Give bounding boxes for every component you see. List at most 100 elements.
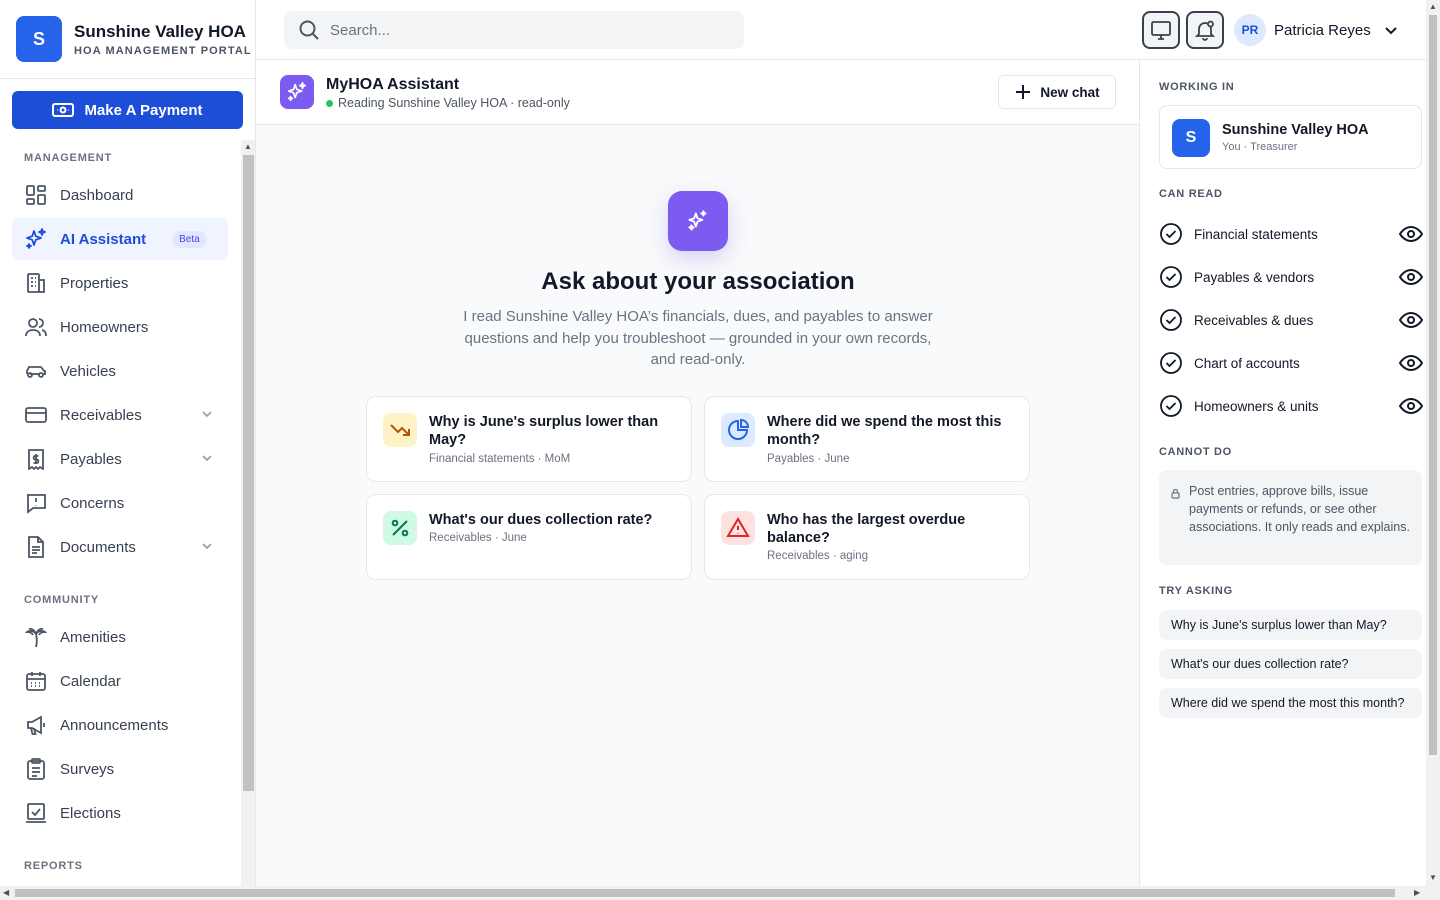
hero-description: I read Sunshine Valley HOA’s financials,… [463, 308, 933, 368]
context-panel: WORKING IN S Sunshine Valley HOA You · T… [1141, 60, 1426, 886]
search-input[interactable] [330, 21, 710, 39]
credit-card-icon [24, 403, 48, 427]
notifications-button[interactable] [1186, 11, 1224, 49]
assistant-status-text: Reading Sunshine Valley HOA · read-only [338, 96, 570, 110]
sidebar-item-homeowners[interactable]: Homeowners [12, 306, 228, 348]
suggestion-title: Who has the largest overdue balance? [767, 512, 966, 546]
document-icon [24, 535, 48, 559]
brand-subtitle: HOA MANAGEMENT PORTAL [74, 44, 252, 57]
assistant-name: MyHOA Assistant [326, 76, 460, 93]
check-circle-icon [1160, 223, 1182, 245]
trending-down-icon [383, 413, 417, 447]
suggestion-card[interactable]: Where did we spend the most this month? … [704, 396, 1030, 482]
eye-icon[interactable] [1399, 308, 1423, 332]
scroll-right-arrow[interactable]: ▶ [1414, 888, 1420, 897]
eye-icon[interactable] [1399, 265, 1423, 289]
scroll-up-arrow[interactable]: ▲ [244, 142, 252, 151]
monitor-icon [1151, 21, 1171, 40]
building-icon [24, 271, 48, 295]
receipt-icon [24, 447, 48, 471]
calendar-icon [24, 669, 48, 693]
suggestion-card[interactable]: Who has the largest overdue balance? Rec… [704, 494, 1030, 580]
try-asking-chip[interactable]: Why is June's surplus lower than May? [1159, 610, 1422, 640]
lock-icon [1171, 488, 1180, 499]
chevron-down-icon [1384, 27, 1397, 35]
sidebar-item-properties[interactable]: Properties [12, 262, 228, 304]
hero-sparkles-icon [668, 191, 728, 251]
chevron-down-icon[interactable] [200, 407, 214, 421]
sidebar-scrollbar[interactable]: ▲ [241, 140, 255, 886]
ballot-icon [24, 801, 48, 825]
permission-item: Receivables & dues [1159, 307, 1423, 333]
alert-message-icon [24, 491, 48, 515]
sidebar-item-announcements[interactable]: Announcements [12, 704, 228, 746]
user-menu[interactable]: PR Patricia Reyes [1234, 14, 1399, 46]
sidebar-item-surveys[interactable]: Surveys [12, 748, 228, 790]
sidebar-item-dashboard[interactable]: Dashboard [12, 174, 228, 216]
make-payment-label: Make A Payment [84, 101, 203, 119]
sidebar-item-payables[interactable]: Payables [12, 438, 228, 480]
brand: S Sunshine Valley HOA HOA MANAGEMENT POR… [0, 0, 255, 79]
try-asking-chip[interactable]: Where did we spend the most this month? [1159, 688, 1422, 718]
permission-item: Chart of accounts [1159, 350, 1423, 376]
sidebar-item-label: Documents [60, 538, 136, 556]
page-horizontal-scrollbar[interactable]: ◀ ▶ [0, 886, 1440, 900]
chevron-down-icon[interactable] [200, 539, 214, 553]
sidebar-item-label: Calendar [60, 672, 121, 690]
scroll-up-arrow[interactable]: ▲ [1429, 2, 1437, 11]
eye-icon[interactable] [1399, 394, 1423, 418]
permission-item: Payables & vendors [1159, 264, 1423, 290]
hero-title: Ask about your association [541, 268, 855, 295]
sparkles-icon [24, 227, 48, 251]
sidebar-item-documents[interactable]: Documents [12, 526, 228, 568]
dashboard-icon [24, 183, 48, 207]
sidebar-item-label: Concerns [60, 494, 125, 512]
sidebar-item-elections[interactable]: Elections [12, 792, 228, 834]
sidebar-item-label: Vehicles [60, 362, 116, 380]
scroll-left-arrow[interactable]: ◀ [3, 888, 9, 897]
suggestion-card[interactable]: Why is June's surplus lower than May? Fi… [366, 396, 692, 482]
assistant-logo [280, 75, 314, 109]
org-logo: S [1172, 119, 1210, 157]
eye-icon[interactable] [1399, 351, 1423, 375]
percent-icon [383, 511, 417, 545]
make-payment-button[interactable]: Make A Payment [12, 91, 243, 129]
brand-logo: S [16, 16, 62, 62]
new-chat-button[interactable]: New chat [998, 75, 1116, 109]
suggestion-card[interactable]: What's our dues collection rate? Receiva… [366, 494, 692, 580]
sidebar-item-label: AI Assistant [60, 230, 147, 248]
search-box[interactable] [284, 11, 744, 49]
eye-icon[interactable] [1399, 222, 1423, 246]
sidebar-item-label: Surveys [60, 760, 115, 778]
vertical-scrollbar-thumb[interactable] [1429, 15, 1437, 755]
sidebar-item-label: Amenities [60, 628, 126, 646]
suggestion-subtitle: Payables · June [767, 453, 850, 465]
page-vertical-scrollbar[interactable]: ▲ ▼ [1426, 0, 1440, 886]
sidebar: S Sunshine Valley HOA HOA MANAGEMENT POR… [0, 0, 256, 886]
sidebar-item-receivables[interactable]: Receivables [12, 394, 228, 436]
avatar: PR [1234, 14, 1266, 46]
sidebar-item-vehicles[interactable]: Vehicles [12, 350, 228, 392]
horizontal-scrollbar-thumb[interactable] [15, 889, 1395, 897]
check-circle-icon [1160, 266, 1182, 288]
user-name: Patricia Reyes [1274, 21, 1371, 39]
brand-name: Sunshine Valley HOA [74, 21, 246, 41]
try-asking-label: TRY ASKING [1159, 585, 1233, 597]
sidebar-scrollbar-thumb[interactable] [243, 155, 254, 791]
suggestion-subtitle: Receivables · June [429, 532, 527, 544]
sidebar-item-label: Elections [60, 804, 121, 822]
org-role: You · Treasurer [1222, 141, 1298, 153]
org-card: S Sunshine Valley HOA You · Treasurer [1159, 105, 1422, 169]
sidebar-item-amenities[interactable]: Amenities [12, 616, 228, 658]
suggestion-title: Why is June's surplus lower than May? [429, 414, 659, 448]
sidebar-item-ai-assistant[interactable]: AI Assistant Beta [12, 218, 228, 260]
scroll-down-arrow[interactable]: ▼ [1429, 873, 1437, 882]
sidebar-item-label: Properties [60, 274, 129, 292]
display-toggle-button[interactable] [1142, 11, 1180, 49]
sidebar-item-concerns[interactable]: Concerns [12, 482, 228, 524]
try-asking-chip[interactable]: What's our dues collection rate? [1159, 649, 1422, 679]
sidebar-item-calendar[interactable]: Calendar [12, 660, 228, 702]
chevron-down-icon[interactable] [200, 451, 214, 465]
sidebar-item-label: Homeowners [60, 318, 149, 336]
sidebar-item-label: Receivables [60, 406, 142, 424]
